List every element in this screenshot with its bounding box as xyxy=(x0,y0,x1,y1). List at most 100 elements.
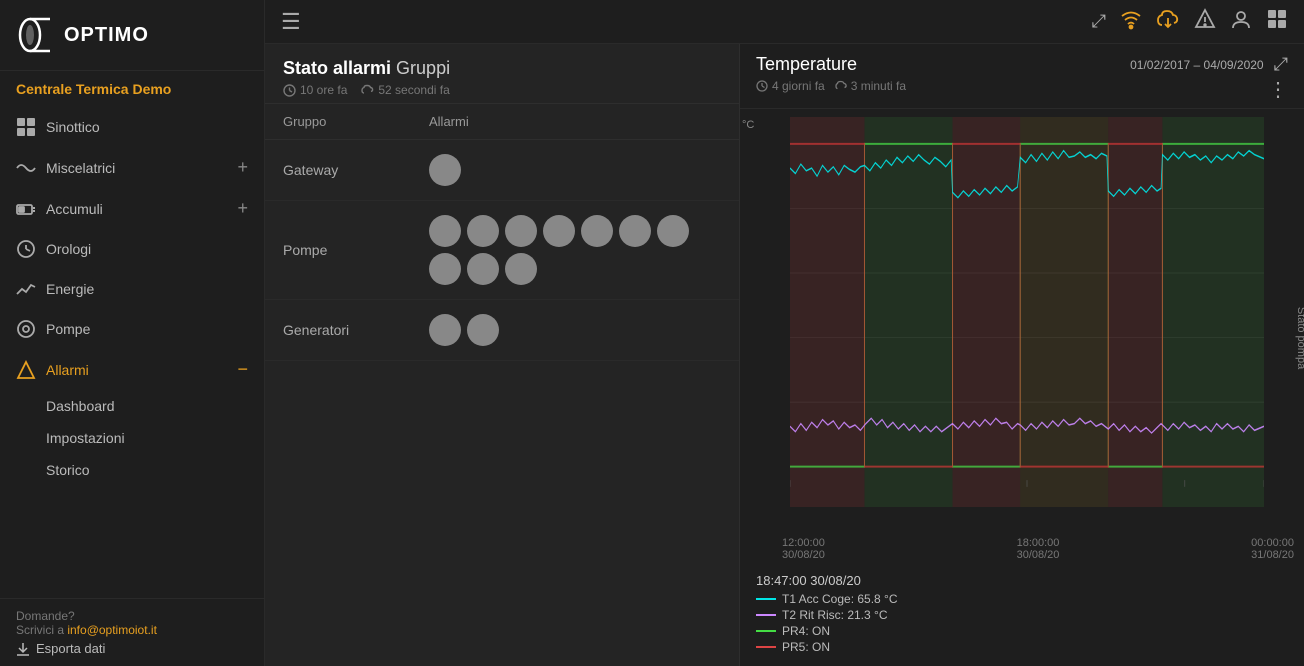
battery-icon xyxy=(16,199,36,219)
sidebar-footer: Domande? Scrivici a info@optimoiot.it Es… xyxy=(0,598,264,666)
sidebar-item-orologi[interactable]: Orologi xyxy=(0,229,264,269)
wave-icon xyxy=(16,158,36,178)
table-row: Generatori xyxy=(265,300,739,361)
clock-small-icon xyxy=(283,84,296,97)
alarm-group-label: Generatori xyxy=(283,322,429,338)
chart-legend: 18:47:00 30/08/20 T1 Acc Coge: 65.8 °C T… xyxy=(740,567,1304,666)
alarm-indicator xyxy=(581,215,613,247)
grid-icon xyxy=(16,117,36,137)
sidebar-subitem-storico[interactable]: Storico xyxy=(0,454,264,486)
chart-expand-icon[interactable]: ⤢ xyxy=(1274,54,1288,75)
footer-email-link[interactable]: info@optimoiot.it xyxy=(67,623,157,637)
table-row: Gateway xyxy=(265,140,739,201)
company-name[interactable]: Centrale Termica Demo xyxy=(0,71,264,107)
sidebar-label-pompe: Pompe xyxy=(46,321,248,337)
stato-pompa-label: Stato pompa xyxy=(1295,307,1304,369)
legend-line-t2 xyxy=(756,614,776,616)
brand-name: OPTIMO xyxy=(64,24,149,47)
alarm-indicators-pompe xyxy=(429,215,721,285)
chart-header-left: Temperature 4 giorni fa 3 minuti fa xyxy=(756,54,906,93)
sidebar-label-energie: Energie xyxy=(46,281,248,297)
y-axis-label: °C xyxy=(742,119,754,131)
topbar-left: ☰ xyxy=(281,9,301,35)
cloud-icon[interactable] xyxy=(1156,9,1180,35)
allarmi-collapse-icon[interactable]: − xyxy=(237,359,248,380)
alarm-cloud-ago: 52 secondi fa xyxy=(361,83,449,97)
table-row: Pompe xyxy=(265,201,739,300)
chart-options-icon[interactable]: ⋮ xyxy=(1268,77,1288,102)
main-content: ☰ ⤢ Stato allarmi xyxy=(265,0,1304,666)
footer-question: Domande? Scrivici a info@optimoiot.it xyxy=(16,609,248,637)
alarm-indicator xyxy=(429,253,461,285)
alarm-table-header: Gruppo Allarmi xyxy=(265,104,739,140)
sidebar-item-pompe[interactable]: Pompe xyxy=(0,309,264,349)
sidebar-logo: OPTIMO xyxy=(0,0,264,71)
export-data-button[interactable]: Esporta dati xyxy=(16,641,248,656)
alert-icon[interactable] xyxy=(1194,8,1216,35)
accumuli-add-icon[interactable]: + xyxy=(237,198,248,219)
alarm-indicator xyxy=(467,253,499,285)
chart-date-range: 01/02/2017 – 04/09/2020 ⤢ xyxy=(1130,54,1288,75)
chart-cloud-ago: 3 minuti fa xyxy=(835,79,906,93)
legend-label-pr5: PR5: ON xyxy=(782,640,830,654)
clock-chart-icon xyxy=(756,80,768,92)
pompe-icon xyxy=(16,319,36,339)
legend-timestamp: 18:47:00 30/08/20 xyxy=(756,573,1288,588)
sidebar-nav: Sinottico Miscelatrici + Accumuli + Orol… xyxy=(0,107,264,598)
alarm-indicator xyxy=(429,215,461,247)
legend-line-pr4 xyxy=(756,630,776,632)
alarm-panel: Stato allarmi Gruppi 10 ore fa 52 second… xyxy=(265,44,740,666)
chart-panel: Temperature 4 giorni fa 3 minuti fa xyxy=(740,44,1304,666)
clock-icon xyxy=(16,239,36,259)
apps-icon[interactable] xyxy=(1266,8,1288,35)
sidebar-subitem-dashboard[interactable]: Dashboard xyxy=(0,390,264,422)
sidebar-label-allarmi: Allarmi xyxy=(46,362,237,378)
legend-label-t1: T1 Acc Coge: 65.8 °C xyxy=(782,592,898,606)
topbar-right: ⤢ xyxy=(1092,8,1288,35)
chart-time-ago: 4 giorni fa xyxy=(756,79,825,93)
sidebar-item-miscelatrici[interactable]: Miscelatrici + xyxy=(0,147,264,188)
column-allarmi: Allarmi xyxy=(429,114,721,129)
x-tick-1: 12:00:00 30/08/20 xyxy=(782,537,825,561)
alarm-indicator xyxy=(619,215,651,247)
cloud-small-icon xyxy=(361,84,374,97)
alarm-indicator xyxy=(467,314,499,346)
alarm-group-label: Pompe xyxy=(283,242,429,258)
legend-label-pr4: PR4: ON xyxy=(782,624,830,638)
column-gruppo: Gruppo xyxy=(283,114,429,129)
wifi-icon[interactable] xyxy=(1120,8,1142,35)
legend-item-t1: T1 Acc Coge: 65.8 °C xyxy=(756,592,1288,606)
sidebar-item-accumuli[interactable]: Accumuli + xyxy=(0,188,264,229)
legend-label-t2: T2 Rit Risc: 21.3 °C xyxy=(782,608,888,622)
sidebar-label-miscelatrici: Miscelatrici xyxy=(46,160,237,176)
trend-icon xyxy=(16,279,36,299)
chart-title: Temperature xyxy=(756,54,906,75)
miscelatrici-add-icon[interactable]: + xyxy=(237,157,248,178)
sidebar-subitem-impostazioni[interactable]: Impostazioni xyxy=(0,422,264,454)
alarm-indicator xyxy=(543,215,575,247)
alarm-indicator xyxy=(467,215,499,247)
legend-line-pr5 xyxy=(756,646,776,648)
alarm-time-ago: 10 ore fa xyxy=(283,83,347,97)
sidebar-label-sinottico: Sinottico xyxy=(46,119,248,135)
legend-item-pr4: PR4: ON xyxy=(756,624,1288,638)
sidebar-item-energie[interactable]: Energie xyxy=(0,269,264,309)
temperature-chart: 70 60 50 40 30 20 ON OFF xyxy=(790,117,1264,507)
sidebar-item-sinottico[interactable]: Sinottico xyxy=(0,107,264,147)
sidebar-item-allarmi[interactable]: Allarmi − xyxy=(0,349,264,390)
alarm-indicator xyxy=(429,314,461,346)
menu-icon[interactable]: ☰ xyxy=(281,9,301,35)
topbar: ☰ ⤢ xyxy=(265,0,1304,44)
alarm-indicators-generatori xyxy=(429,314,721,346)
user-icon[interactable] xyxy=(1230,8,1252,35)
alarm-panel-title: Stato allarmi Gruppi xyxy=(283,58,721,79)
alarm-indicator xyxy=(505,215,537,247)
chart-header: Temperature 4 giorni fa 3 minuti fa xyxy=(740,44,1304,109)
legend-item-t2: T2 Rit Risc: 21.3 °C xyxy=(756,608,1288,622)
chart-meta: 4 giorni fa 3 minuti fa xyxy=(756,79,906,93)
chart-header-right: 01/02/2017 – 04/09/2020 ⤢ ⋮ xyxy=(1130,54,1288,102)
legend-item-pr5: PR5: ON xyxy=(756,640,1288,654)
x-axis-labels: 12:00:00 30/08/20 18:00:00 30/08/20 00:0… xyxy=(782,537,1294,561)
content-area: Stato allarmi Gruppi 10 ore fa 52 second… xyxy=(265,44,1304,666)
fullscreen-icon[interactable]: ⤢ xyxy=(1092,11,1106,32)
